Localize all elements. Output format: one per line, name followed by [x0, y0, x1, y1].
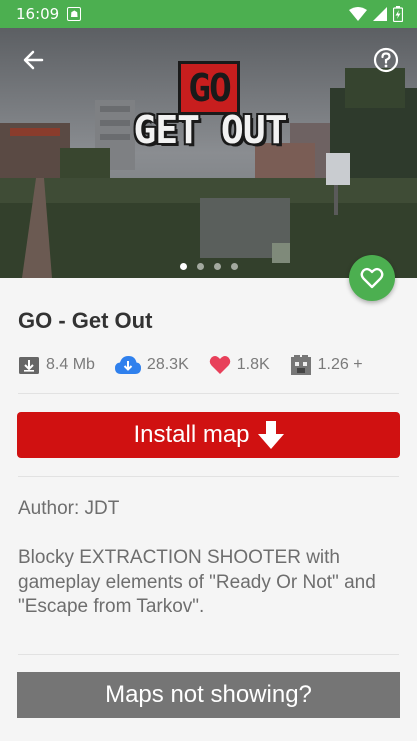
file-download-icon — [19, 357, 39, 374]
arrow-left-icon — [23, 50, 44, 70]
divider — [18, 654, 399, 655]
carousel-dot[interactable] — [230, 263, 238, 270]
status-right — [349, 6, 403, 22]
help-circle-icon — [373, 47, 399, 73]
heart-outline-icon — [360, 267, 384, 289]
divider — [18, 393, 399, 394]
back-button[interactable] — [16, 43, 50, 77]
map-details: GO - Get Out 8.4 Mb 28.3K 1.8K 1.26 + In… — [0, 278, 417, 741]
game-logo-get-out: GET OUT — [133, 108, 287, 152]
heart-icon — [209, 356, 230, 374]
stat-size-value: 8.4 Mb — [46, 356, 95, 373]
stat-likes-value: 1.8K — [236, 356, 270, 373]
battery-charging-icon — [393, 6, 403, 22]
install-map-label: Install map — [133, 421, 250, 448]
stat-downloads-value: 28.3K — [146, 356, 189, 373]
status-left: 16:09 ☗ — [16, 5, 82, 23]
install-map-button[interactable]: Install map — [17, 412, 400, 458]
minecraft-version-icon — [290, 355, 311, 375]
map-title: GO - Get Out — [18, 308, 153, 333]
cloud-download-icon — [114, 356, 141, 374]
carousel-dot[interactable] — [196, 263, 204, 270]
maps-not-showing-button[interactable]: Maps not showing? — [17, 672, 400, 718]
signal-icon — [373, 7, 387, 21]
divider — [18, 476, 399, 477]
stat-size: 8.4 Mb — [18, 355, 95, 375]
hero-image-carousel[interactable]: GO GET OUT — [0, 28, 417, 278]
carousel-dot-active[interactable] — [179, 263, 187, 270]
map-stats: 8.4 Mb 28.3K 1.8K 1.26 + — [18, 354, 383, 376]
status-time: 16:09 — [16, 5, 60, 23]
stat-version: 1.26 + — [290, 354, 363, 376]
map-description: Blocky EXTRACTION SHOOTER with gameplay … — [18, 547, 376, 617]
stat-version-value: 1.26 + — [317, 356, 363, 373]
help-button[interactable] — [369, 43, 403, 77]
game-logo-go: GO — [178, 61, 240, 115]
arrow-down-icon — [257, 421, 284, 449]
map-author: Author: JDT — [18, 498, 120, 519]
stat-likes: 1.8K — [209, 355, 270, 375]
status-bar: 16:09 ☗ — [0, 0, 417, 28]
wifi-icon — [349, 7, 367, 21]
stat-downloads: 28.3K — [114, 356, 189, 374]
maps-not-showing-label: Maps not showing? — [105, 681, 312, 708]
carousel-dot[interactable] — [213, 263, 221, 270]
android-notification-icon: ☗ — [67, 7, 82, 21]
favorite-button[interactable] — [349, 255, 395, 301]
